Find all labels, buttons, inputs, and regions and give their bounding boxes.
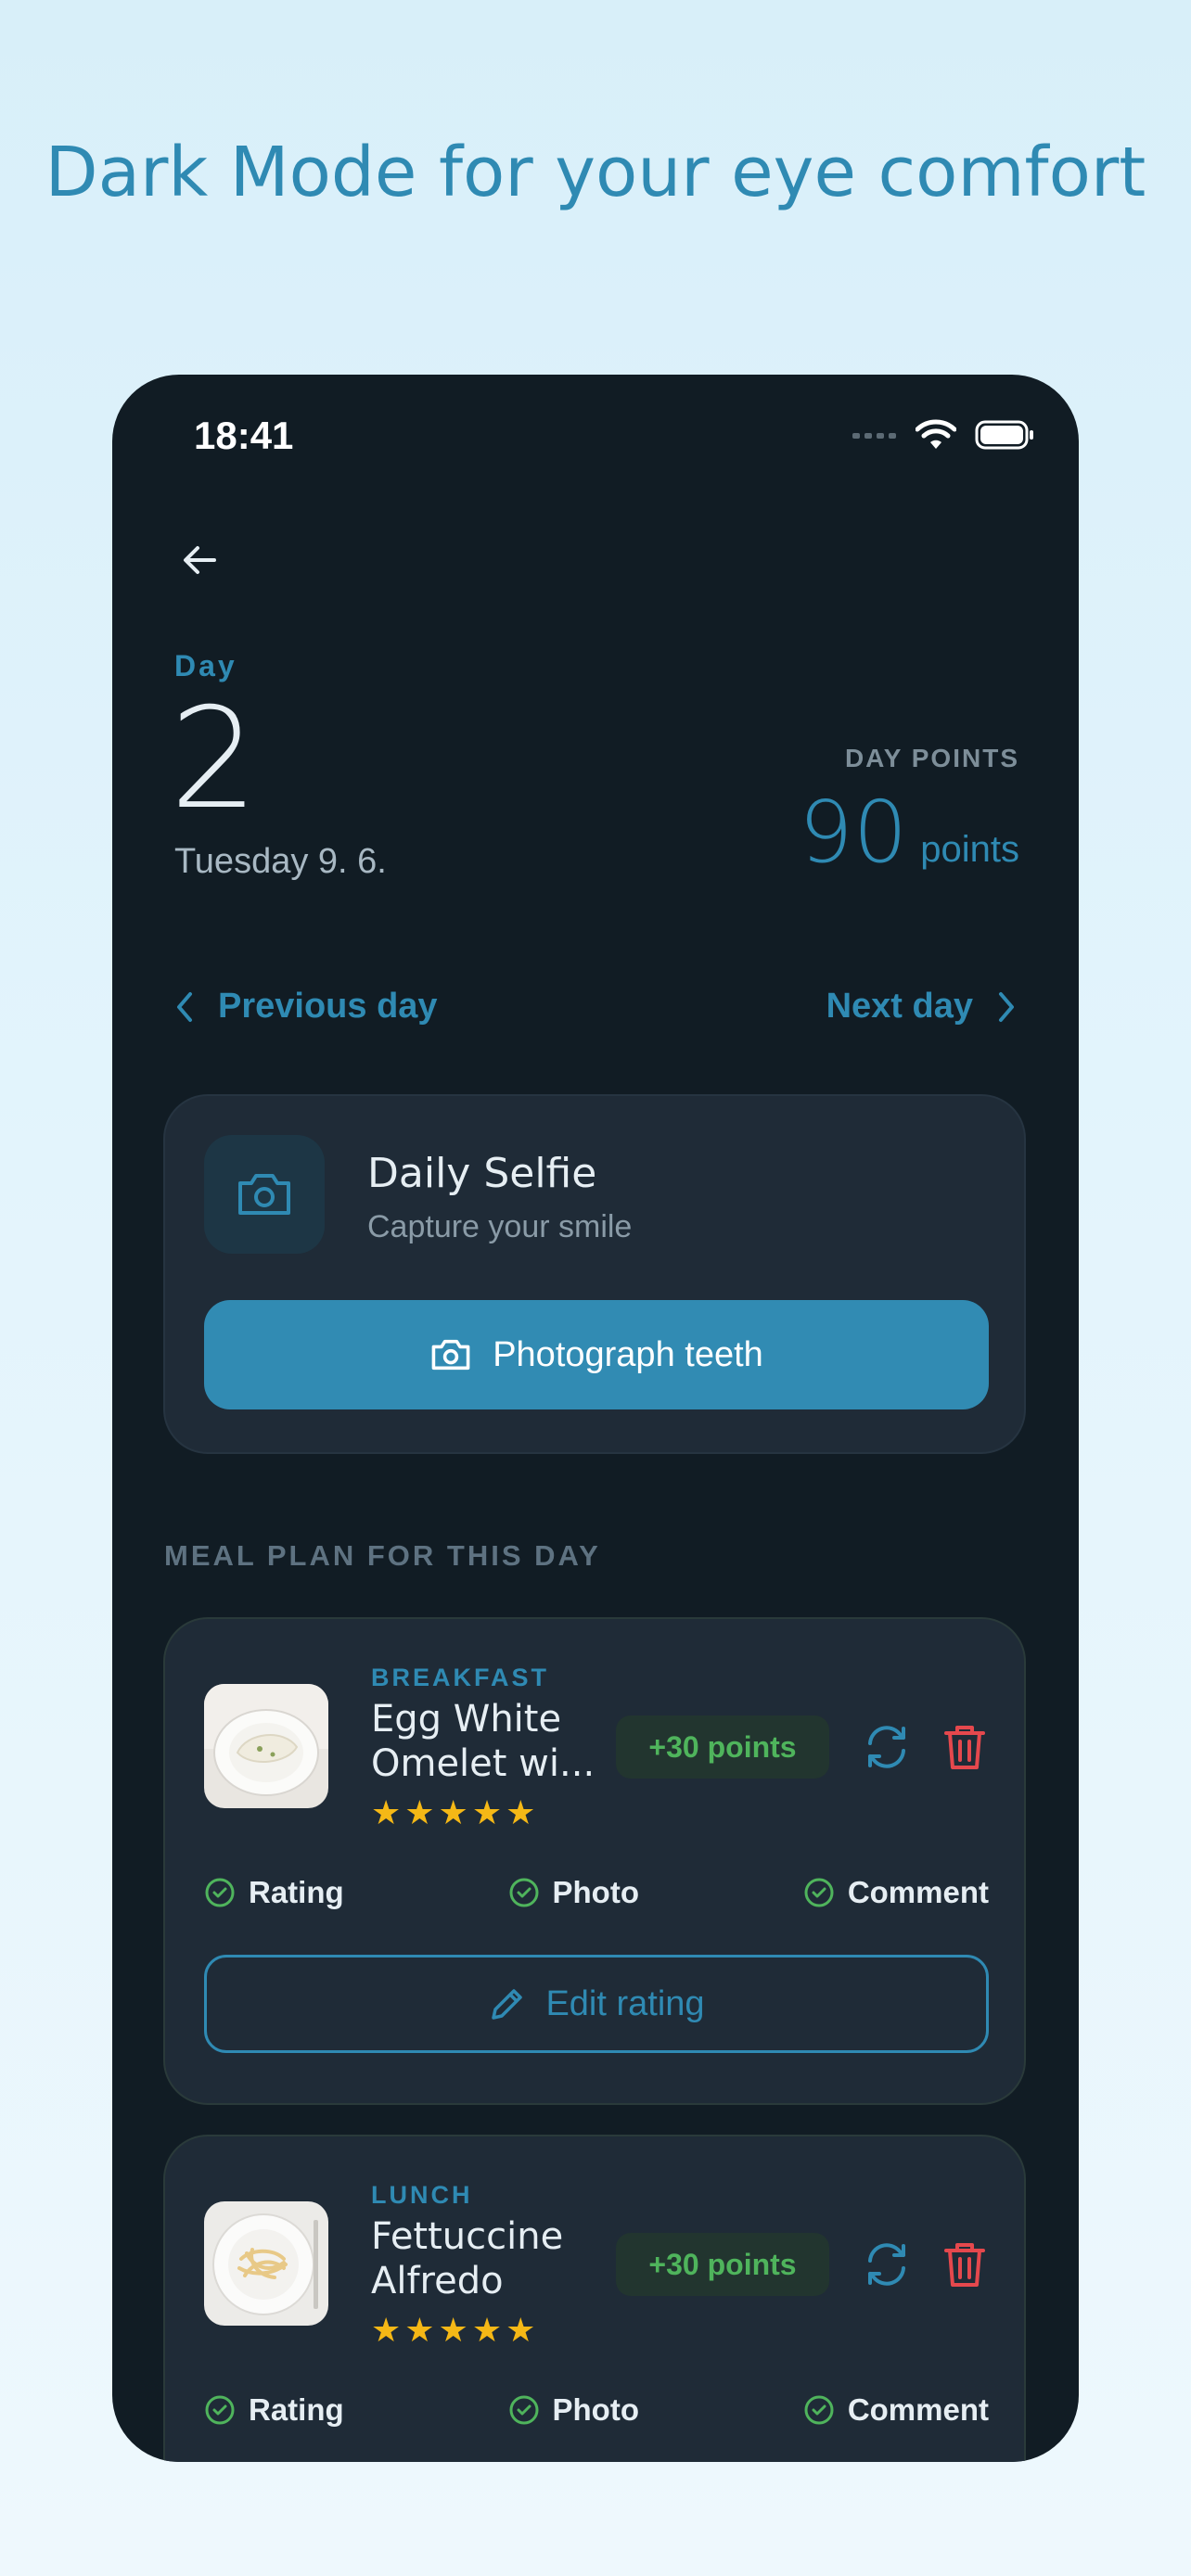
camera-icon: [431, 1339, 470, 1371]
meal-type: BREAKFAST: [371, 1664, 550, 1691]
previous-day-button[interactable]: Previous day: [172, 987, 438, 1027]
day-points-label: DAY POINTS: [844, 744, 1019, 772]
pencil-icon: [492, 1989, 523, 2020]
check-rating: Rating: [204, 2392, 344, 2428]
check-comment: Comment: [803, 1875, 989, 1910]
meal-type: LUNCH: [371, 2181, 473, 2209]
wifi-icon: [916, 419, 956, 449]
meal-card-breakfast[interactable]: BREAKFAST Egg White Omelet wi... ★★★★★ +…: [163, 1617, 1026, 2105]
check-label: Rating: [249, 2392, 344, 2427]
check-rating: Rating: [204, 1875, 344, 1910]
swap-meal-icon[interactable]: [861, 1721, 913, 1773]
delete-icon[interactable]: [939, 1721, 991, 1773]
next-day-button[interactable]: Next day: [826, 987, 1019, 1027]
day-points: 90 points: [799, 783, 1019, 882]
check-label: Comment: [847, 1875, 989, 1909]
check-label: Photo: [552, 1875, 639, 1909]
check-label: Comment: [847, 2392, 989, 2427]
day-points-value: 90: [799, 783, 908, 882]
delete-icon[interactable]: [939, 2238, 991, 2290]
check-label: Photo: [552, 2392, 639, 2427]
check-circle-icon: [509, 2395, 538, 2425]
selfie-title: Daily Selfie: [367, 1150, 597, 1197]
meal-checklist: Rating Photo Comment: [204, 2392, 989, 2428]
next-day-label: Next day: [826, 987, 973, 1026]
check-circle-icon: [804, 1878, 834, 1907]
meal-name: Fettuccine Alfredo: [371, 2215, 564, 2302]
meal-card-lunch[interactable]: LUNCH Fettuccine Alfredo ★★★★★ +30 point…: [163, 2135, 1026, 2462]
check-circle-icon: [804, 2395, 834, 2425]
signal-icon: [852, 433, 896, 439]
edit-rating-button[interactable]: Edit rating: [204, 1955, 989, 2053]
status-time: 18:41: [194, 414, 294, 457]
selfie-subtitle: Capture your smile: [367, 1209, 633, 1244]
swap-meal-icon[interactable]: [861, 2238, 913, 2290]
phone-screen: 18:41 Day 2 Tuesday 9. 6. DAY POINTS 90 …: [112, 375, 1079, 2462]
selfie-camera-tile: [204, 1135, 325, 1254]
points-badge: +30 points: [616, 1715, 829, 1779]
back-arrow-icon[interactable]: [177, 538, 222, 582]
daily-selfie-card: Daily Selfie Capture your smile Photogra…: [163, 1094, 1026, 1454]
photograph-teeth-label: Photograph teeth: [493, 1334, 763, 1374]
meal-plan-heading: MEAL PLAN FOR THIS DAY: [164, 1539, 601, 1572]
status-icons: [852, 419, 1034, 451]
meal-photo: [204, 2201, 328, 2326]
chevron-left-icon: [177, 991, 192, 1022]
check-circle-icon: [205, 2395, 235, 2425]
check-circle-icon: [509, 1878, 538, 1907]
day-number: 2: [170, 679, 259, 840]
edit-rating-label: Edit rating: [545, 1983, 705, 2023]
check-photo: Photo: [508, 2392, 639, 2428]
chevron-right-icon: [999, 991, 1014, 1022]
day-date: Tuesday 9. 6.: [174, 842, 387, 881]
photograph-teeth-button[interactable]: Photograph teeth: [204, 1300, 989, 1409]
previous-day-label: Previous day: [218, 987, 438, 1026]
camera-icon: [238, 1174, 290, 1215]
meal-checklist: Rating Photo Comment: [204, 1875, 989, 1910]
meal-photo: [204, 1684, 328, 1808]
star-rating: ★★★★★: [371, 2311, 540, 2349]
check-label: Rating: [249, 1875, 344, 1909]
check-photo: Photo: [508, 1875, 639, 1910]
meal-name: Egg White Omelet wi...: [371, 1698, 596, 1785]
star-rating: ★★★★★: [371, 1793, 540, 1831]
points-badge: +30 points: [616, 2233, 829, 2296]
headline: Dark Mode for your eye comfort: [45, 133, 1146, 212]
battery-icon: [975, 420, 1033, 450]
check-comment: Comment: [803, 2392, 989, 2428]
day-points-unit: points: [920, 829, 1019, 870]
check-circle-icon: [205, 1878, 235, 1907]
